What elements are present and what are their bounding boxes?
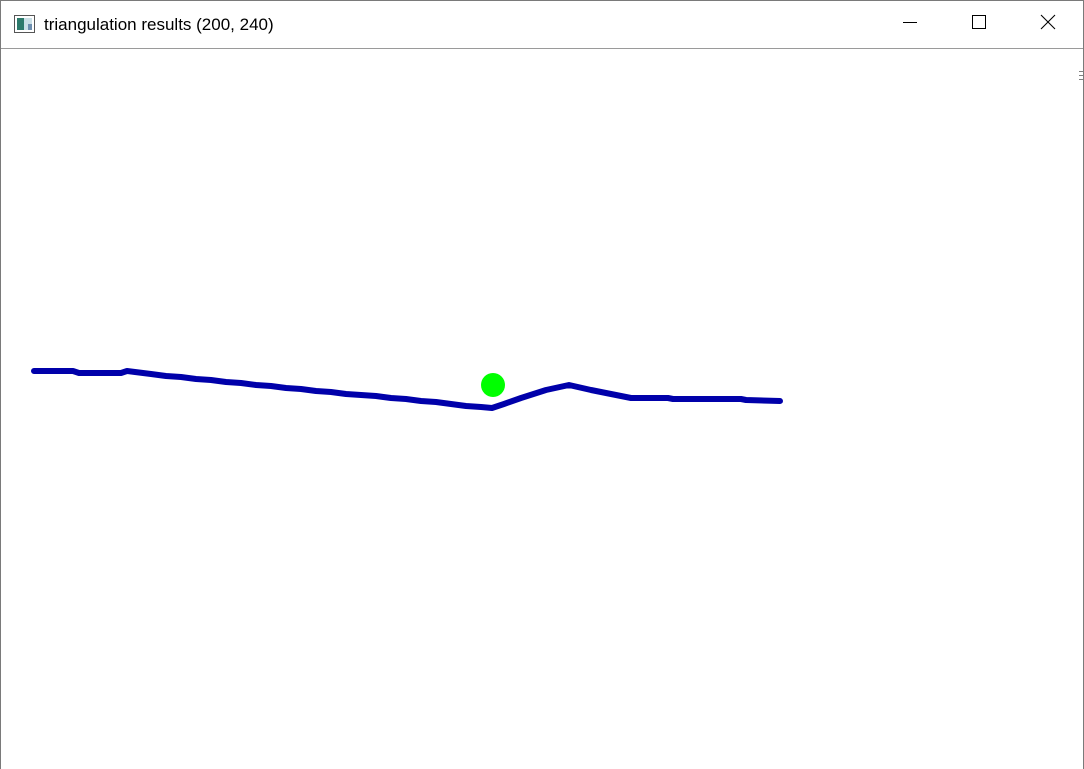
edge-tick	[1079, 75, 1083, 76]
close-button[interactable]	[1013, 1, 1083, 48]
triangulation-point-marker	[481, 373, 505, 397]
image-canvas[interactable]	[1, 49, 1083, 769]
app-window: triangulation results (200, 240)	[0, 0, 1084, 769]
maximize-icon	[971, 14, 987, 35]
triangulation-polyline	[31, 368, 783, 411]
maximize-button[interactable]	[944, 1, 1014, 48]
window-title: triangulation results (200, 240)	[44, 15, 274, 34]
edge-tick	[1079, 79, 1083, 80]
triangulation-drawing	[31, 368, 783, 411]
minimize-button[interactable]	[875, 1, 945, 48]
app-image-icon	[14, 15, 35, 33]
close-icon	[1040, 14, 1056, 35]
title-bar[interactable]: triangulation results (200, 240)	[1, 1, 1083, 49]
minimize-icon	[902, 14, 918, 35]
edge-tick	[1079, 71, 1083, 72]
